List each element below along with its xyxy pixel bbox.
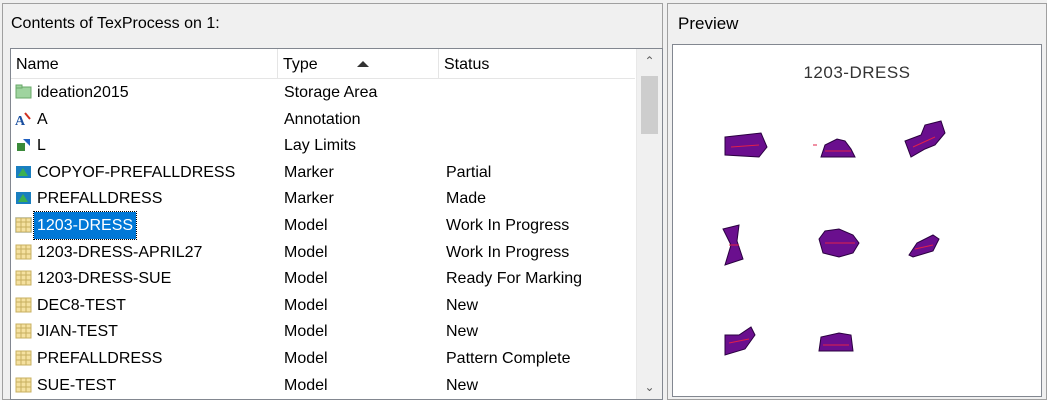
list-row[interactable]: COPYOF-PREFALLDRESS Marker Partial: [11, 159, 635, 186]
row-name: SUE-TEST: [37, 376, 117, 394]
row-type: Storage Area: [284, 84, 378, 101]
column-header-type-label: Type: [283, 56, 318, 73]
list-row[interactable]: 1203-DRESS-SUE Model Ready For Marking: [11, 265, 635, 292]
preview-pieces: [722, 120, 946, 356]
list-rows: ideation2015 Storage Area A A Annotation L Lay…: [11, 79, 635, 398]
row-type: Model: [284, 323, 328, 341]
column-header-name[interactable]: Name: [11, 49, 278, 78]
list-row[interactable]: PREFALLDRESS Model Pattern Complete: [11, 345, 635, 372]
scroll-up-button[interactable]: ⌃: [637, 51, 662, 71]
preview-canvas: 1203-DRESS: [672, 44, 1042, 397]
svg-text:A: A: [15, 114, 26, 127]
row-name: A: [37, 110, 48, 128]
lay-limits-icon: [15, 137, 32, 153]
row-name: PREFALLDRESS: [37, 190, 163, 208]
preview-panel: Preview 1203-DRESS: [667, 3, 1047, 400]
marker-icon: [15, 190, 32, 206]
contents-title: Contents of TexProcess on 1:: [11, 15, 220, 32]
model-icon: [15, 323, 32, 339]
model-icon: [15, 377, 32, 393]
pattern-piece: [818, 228, 860, 258]
row-name: JIAN-TEST: [37, 323, 118, 341]
scrollbar-thumb[interactable]: [641, 76, 658, 134]
list-row[interactable]: PREFALLDRESS Marker Made: [11, 185, 635, 212]
folder-icon: [15, 84, 32, 100]
row-status: Ready For Marking: [446, 270, 583, 288]
list-row[interactable]: ideation2015 Storage Area: [11, 79, 635, 106]
list-row[interactable]: L Lay Limits: [11, 132, 635, 159]
column-header-status[interactable]: Status: [439, 49, 635, 78]
pattern-piece: [813, 138, 856, 158]
row-name: ideation2015: [37, 84, 129, 101]
row-name: COPYOF-PREFALLDRESS: [37, 163, 236, 181]
column-header-type[interactable]: Type: [278, 49, 439, 78]
pattern-piece: [818, 332, 854, 352]
model-icon: [15, 297, 32, 313]
list-header: Name Type Status: [11, 49, 635, 79]
row-status: New: [446, 323, 479, 341]
row-name: 1203-DRESS: [32, 210, 138, 240]
row-type: Model: [284, 296, 328, 314]
model-icon: [15, 244, 32, 260]
sort-ascending-icon: [357, 61, 369, 67]
pattern-piece: [904, 120, 946, 158]
pattern-piece: [722, 224, 744, 266]
row-status: Work In Progress: [446, 216, 570, 234]
row-type: Model: [284, 216, 328, 234]
model-icon: [15, 270, 32, 286]
list-row[interactable]: 1203-DRESS-APRIL27 Model Work In Progress: [11, 239, 635, 266]
list-row[interactable]: JIAN-TEST Model New: [11, 318, 635, 345]
marker-icon: [15, 164, 32, 180]
preview-title: Preview: [678, 14, 739, 33]
row-type: Lay Limits: [284, 137, 357, 155]
contents-panel: Contents of TexProcess on 1: Name Type S…: [2, 3, 663, 400]
row-status: New: [446, 296, 479, 314]
row-status: Work In Progress: [446, 243, 570, 261]
model-icon: [15, 350, 32, 366]
row-type: Model: [284, 376, 328, 394]
row-name: 1203-DRESS-APRIL27: [37, 243, 203, 261]
row-type: Annotation: [284, 110, 361, 128]
model-icon: [15, 216, 32, 233]
row-name: 1203-DRESS-SUE: [37, 270, 172, 288]
list-row[interactable]: DEC8-TEST Model New: [11, 292, 635, 319]
scroll-down-button[interactable]: ⌄: [637, 377, 662, 397]
annotation-icon: A: [15, 111, 32, 129]
pattern-piece: [724, 326, 756, 356]
row-type: Marker: [284, 163, 334, 181]
row-status: New: [446, 376, 479, 394]
row-status: Partial: [446, 163, 492, 181]
row-name: L: [37, 137, 46, 155]
contents-list[interactable]: Name Type Status ideation2015 Storage Are…: [10, 48, 663, 400]
list-row[interactable]: 1203-DRESS Model Work In Progress: [11, 210, 635, 240]
row-status: Made: [446, 190, 487, 208]
row-status: Pattern Complete: [446, 349, 571, 367]
vertical-scrollbar[interactable]: ⌃ ⌄: [636, 49, 662, 399]
pattern-piece: [724, 132, 768, 158]
row-type: Model: [284, 243, 328, 261]
pattern-piece: [908, 234, 940, 258]
list-row[interactable]: A A Annotation: [11, 106, 635, 133]
row-name: PREFALLDRESS: [37, 349, 163, 367]
row-name: DEC8-TEST: [37, 296, 126, 314]
row-type: Marker: [284, 190, 334, 208]
row-type: Model: [284, 349, 328, 367]
list-row[interactable]: SUE-TEST Model New: [11, 372, 635, 399]
row-type: Model: [284, 270, 328, 288]
